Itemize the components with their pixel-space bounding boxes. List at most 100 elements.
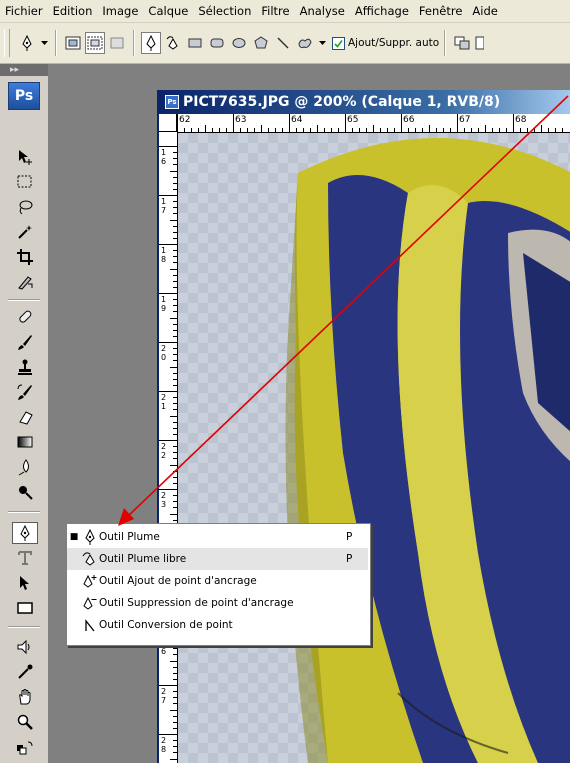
ruler-minor-tick — [422, 128, 423, 132]
ruler-minor-tick — [173, 237, 177, 239]
pen-mode-icon[interactable] — [141, 32, 161, 54]
menu-fichier[interactable]: Fichier — [0, 0, 48, 22]
ruler-origin[interactable] — [159, 114, 177, 132]
slice-tool-icon[interactable] — [12, 271, 38, 293]
options-divider — [444, 30, 447, 56]
ruler-minor-tick — [173, 721, 177, 723]
lasso-tool-icon[interactable] — [12, 196, 38, 218]
document-title-bar[interactable]: Ps PICT7635.JPG @ 200% (Calque 1, RVB/8) — [159, 90, 570, 114]
zoom-tool-icon[interactable] — [12, 711, 38, 733]
menu-analyse[interactable]: Analyse — [295, 0, 350, 22]
eraser-tool-icon[interactable] — [12, 406, 38, 428]
rounded-rectangle-shape-icon[interactable] — [207, 32, 227, 54]
auto-add-delete-checkbox[interactable]: Ajout/Suppr. auto — [332, 36, 440, 50]
brush-tool-icon[interactable] — [12, 331, 38, 353]
ruler-major-tick — [513, 114, 514, 132]
freeform-pen-mode-icon[interactable] — [163, 32, 183, 54]
menu-affichage[interactable]: Affichage — [350, 0, 414, 22]
ruler-minor-tick — [310, 128, 311, 132]
rectangle-tool-icon[interactable] — [12, 597, 38, 619]
ruler-minor-tick — [173, 691, 177, 693]
path-selection-tool-icon[interactable] — [12, 572, 38, 594]
ruler-minor-tick — [191, 128, 192, 132]
pen-tool-icon[interactable] — [12, 522, 38, 544]
ruler-minor-tick — [173, 256, 177, 258]
dodge-tool-icon[interactable] — [12, 481, 38, 503]
magic-wand-tool-icon[interactable] — [12, 221, 38, 243]
notes-tool-icon[interactable] — [12, 636, 38, 658]
custom-shape-dropdown-icon[interactable] — [317, 32, 327, 54]
horizontal-ruler[interactable]: 62 63 64 65 66 67 68 — [177, 114, 570, 133]
options-grip[interactable] — [4, 29, 10, 57]
marquee-tool-icon[interactable] — [12, 171, 38, 193]
menu-selection[interactable]: Sélection — [193, 0, 256, 22]
path-subtract-icon[interactable] — [474, 32, 484, 54]
move-tool-icon[interactable] — [12, 146, 38, 168]
swap-colors-icon[interactable] — [12, 736, 38, 758]
flyout-item-delete-anchor[interactable]: Outil Suppression de point d'ancrage — [67, 592, 368, 614]
auto-add-delete-label: Ajout/Suppr. auto — [348, 37, 440, 49]
toolbox-collapse[interactable]: ▸▸ — [0, 64, 48, 76]
ruler-minor-tick — [173, 452, 177, 454]
menu-fenetre[interactable]: Fenêtre — [414, 0, 467, 22]
menu-filtre[interactable]: Filtre — [256, 0, 294, 22]
ruler-label: 20 — [161, 344, 167, 362]
ruler-minor-tick — [173, 654, 177, 656]
ruler-minor-tick — [408, 128, 409, 132]
polygon-shape-icon[interactable] — [251, 32, 271, 54]
delete-anchor-icon — [81, 594, 99, 612]
shape-layers-icon[interactable] — [63, 32, 83, 54]
type-tool-icon[interactable] — [12, 547, 38, 569]
eyedropper-tool-icon[interactable] — [12, 661, 38, 683]
ruler-major-tick — [159, 244, 177, 245]
menu-calque[interactable]: Calque — [143, 0, 193, 22]
ruler-major-tick — [159, 489, 177, 490]
options-bar: Ajout/Suppr. auto — [0, 23, 570, 64]
path-combine-icon[interactable] — [452, 32, 472, 54]
tool-preset-pen-icon[interactable] — [17, 32, 37, 54]
convert-point-icon — [81, 616, 99, 634]
menu-edition[interactable]: Edition — [48, 0, 98, 22]
ruler-label: 28 — [161, 736, 167, 754]
blur-tool-icon[interactable] — [12, 456, 38, 478]
checkbox-icon[interactable] — [332, 36, 345, 50]
rectangle-shape-icon[interactable] — [185, 32, 205, 54]
image-canvas[interactable] — [178, 133, 570, 763]
flyout-item-convert-point[interactable]: Outil Conversion de point — [67, 614, 368, 636]
ruler-minor-tick — [380, 128, 381, 132]
ruler-minor-tick — [173, 299, 177, 301]
flyout-item-label: Outil Suppression de point d'ancrage — [99, 597, 294, 609]
ruler-minor-tick — [173, 397, 177, 399]
ruler-minor-tick — [173, 213, 177, 215]
ruler-minor-tick — [173, 752, 177, 754]
flyout-item-pen[interactable]: ■ Outil Plume P — [67, 526, 368, 548]
ruler-minor-tick — [170, 709, 177, 711]
fill-pixels-icon[interactable] — [107, 32, 127, 54]
ruler-label: 68 — [515, 115, 527, 125]
flyout-item-add-anchor[interactable]: Outil Ajout de point d'ancrage — [67, 570, 368, 592]
tool-preset-dropdown-icon[interactable] — [39, 32, 49, 54]
crop-tool-icon[interactable] — [12, 246, 38, 268]
flyout-item-freeform-pen[interactable]: Outil Plume libre P — [67, 548, 368, 570]
ruler-minor-tick — [173, 476, 177, 478]
ruler-label: 19 — [161, 295, 167, 313]
ellipse-shape-icon[interactable] — [229, 32, 249, 54]
gradient-tool-icon[interactable] — [12, 431, 38, 453]
hand-tool-icon[interactable] — [12, 686, 38, 708]
flyout-item-label: Outil Plume libre — [99, 553, 187, 565]
photoshop-logo[interactable]: Ps — [8, 82, 40, 110]
healing-brush-tool-icon[interactable] — [12, 306, 38, 328]
line-shape-icon[interactable] — [273, 32, 293, 54]
ruler-minor-tick — [317, 125, 318, 132]
vertical-ruler[interactable]: 16171819202122232425262728 — [159, 132, 178, 763]
menu-aide[interactable]: Aide — [467, 0, 502, 22]
menu-image[interactable]: Image — [97, 0, 143, 22]
ruler-major-tick — [457, 114, 458, 132]
history-brush-tool-icon[interactable] — [12, 381, 38, 403]
paths-mode-icon[interactable] — [85, 32, 105, 54]
ruler-minor-tick — [173, 666, 177, 668]
clone-stamp-tool-icon[interactable] — [12, 356, 38, 378]
ruler-major-tick — [177, 114, 178, 132]
custom-shape-icon[interactable] — [295, 32, 315, 54]
ruler-minor-tick — [173, 403, 177, 405]
